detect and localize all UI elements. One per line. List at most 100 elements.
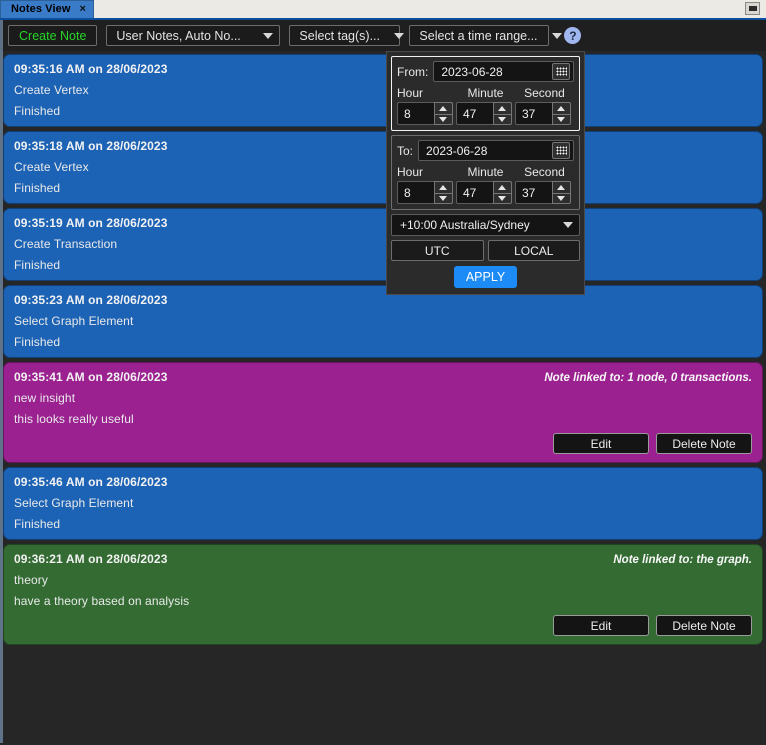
from-hour-increment-button[interactable] <box>433 102 453 114</box>
note-header: 09:36:21 AM on 28/06/2023 Note linked to:… <box>14 552 752 566</box>
chevron-down-icon <box>563 222 573 228</box>
apply-button[interactable]: APPLY <box>453 266 518 288</box>
tag-filter-dropdown[interactable]: Select tag(s)... <box>289 25 404 46</box>
calendar-icon[interactable] <box>552 63 570 80</box>
note-linked-label: Note linked to: the graph. <box>613 554 752 566</box>
from-second-decrement-button[interactable] <box>551 113 571 125</box>
chevron-down-icon <box>394 32 404 39</box>
close-icon[interactable]: × <box>80 4 87 15</box>
chevron-down-icon <box>263 32 274 39</box>
note-title: Select Graph Element <box>14 314 134 328</box>
note-title: Create Transaction <box>14 237 118 251</box>
note-body: Finished <box>14 517 61 531</box>
from-hms-row: 8 47 37 <box>397 102 574 125</box>
time-range-popup: From: 2023-06-28 Hour Minute Second 8 47… <box>386 51 585 295</box>
edit-note-button[interactable]: Edit <box>553 615 649 636</box>
tab-notes-view[interactable]: Notes View × <box>0 0 95 18</box>
calendar-glyph <box>555 67 567 76</box>
time-range-dropdown[interactable]: Select a time range... <box>409 25 562 46</box>
from-hour-decrement-button[interactable] <box>433 113 453 125</box>
restore-icon <box>748 6 757 11</box>
note-title: Select Graph Element <box>14 496 134 510</box>
note-header: 09:35:19 AM on 28/06/2023 <box>14 216 752 230</box>
chevron-down-icon <box>551 32 562 39</box>
from-second-label: Second <box>524 86 565 100</box>
triangle-down-icon <box>557 195 566 201</box>
to-hour-decrement-button[interactable] <box>433 192 453 204</box>
from-second-increment-button[interactable] <box>551 102 571 114</box>
create-note-button[interactable]: Create Note <box>8 25 98 46</box>
from-minute-stepper[interactable]: 47 <box>455 102 515 125</box>
note-body: have a theory based on analysis <box>14 594 190 608</box>
note-card[interactable]: 09:35:18 AM on 28/06/2023 Create Vertex Fi… <box>3 131 763 204</box>
from-date-input[interactable]: 2023-06-28 <box>433 61 574 82</box>
to-date-input[interactable]: 2023-06-28 <box>418 140 574 161</box>
note-body: Finished <box>14 335 61 349</box>
note-type-filter-value: User Notes, Auto No... <box>116 28 241 43</box>
to-second-stepper[interactable]: 37 <box>514 181 574 204</box>
from-minute-spin-buttons <box>492 102 512 125</box>
tab-strip: Notes View × <box>0 0 766 20</box>
note-card[interactable]: 09:35:16 AM on 28/06/2023 Create Vertex Fi… <box>3 54 763 127</box>
to-minute-increment-button[interactable] <box>492 181 512 193</box>
note-title: Create Vertex <box>14 83 89 97</box>
note-card[interactable]: 09:36:21 AM on 28/06/2023 Note linked to:… <box>3 544 763 645</box>
note-title: new insight <box>14 391 76 405</box>
note-timestamp: 09:35:19 AM on 28/06/2023 <box>14 216 168 230</box>
note-timestamp: 09:35:16 AM on 28/06/2023 <box>14 62 168 76</box>
from-minute-increment-button[interactable] <box>492 102 512 114</box>
to-second-increment-button[interactable] <box>551 181 571 193</box>
triangle-down-icon <box>498 195 507 201</box>
to-minute-value[interactable]: 47 <box>455 181 493 204</box>
edit-note-button[interactable]: Edit <box>553 433 649 454</box>
timezone-preset-row: UTC LOCAL <box>391 240 580 261</box>
note-card[interactable]: 09:35:19 AM on 28/06/2023 Create Transact… <box>3 208 763 281</box>
local-button[interactable]: LOCAL <box>487 240 580 261</box>
to-date-row: To: 2023-06-28 <box>397 140 574 161</box>
help-icon[interactable]: ? <box>564 27 582 44</box>
utc-button[interactable]: UTC <box>391 240 484 261</box>
from-second-value[interactable]: 37 <box>514 102 552 125</box>
calendar-icon[interactable] <box>552 142 570 159</box>
from-date-row: From: 2023-06-28 <box>397 61 574 82</box>
from-second-stepper[interactable]: 37 <box>514 102 574 125</box>
from-datetime-group: From: 2023-06-28 Hour Minute Second 8 47… <box>391 56 580 131</box>
delete-note-button[interactable]: Delete Note <box>656 615 752 636</box>
to-second-decrement-button[interactable] <box>551 192 571 204</box>
note-header: 09:35:23 AM on 28/06/2023 <box>14 293 752 307</box>
from-hour-value[interactable]: 8 <box>397 102 434 125</box>
to-minute-decrement-button[interactable] <box>492 192 512 204</box>
to-hour-stepper[interactable]: 8 <box>397 181 456 204</box>
to-second-spin-buttons <box>551 181 571 204</box>
note-card[interactable]: 09:35:46 AM on 28/06/2023 Select Graph El… <box>3 467 763 540</box>
from-minute-value[interactable]: 47 <box>455 102 493 125</box>
note-card[interactable]: 09:35:41 AM on 28/06/2023 Note linked to:… <box>3 362 763 463</box>
timezone-dropdown[interactable]: +10:00 Australia/Sydney <box>391 214 580 236</box>
note-type-filter-dropdown[interactable]: User Notes, Auto No... <box>106 25 281 46</box>
note-timestamp: 09:35:46 AM on 28/06/2023 <box>14 475 168 489</box>
note-title: Create Vertex <box>14 160 89 174</box>
to-minute-stepper[interactable]: 47 <box>455 181 515 204</box>
to-date-value: 2023-06-28 <box>426 143 488 158</box>
note-timestamp: 09:35:18 AM on 28/06/2023 <box>14 139 168 153</box>
timezone-value: +10:00 Australia/Sydney <box>400 218 530 232</box>
note-header: 09:35:41 AM on 28/06/2023 Note linked to:… <box>14 370 752 384</box>
to-hour-spin-buttons <box>433 181 453 204</box>
to-hour-increment-button[interactable] <box>433 181 453 193</box>
to-hour-value[interactable]: 8 <box>397 181 434 204</box>
from-label: From: <box>397 64 429 79</box>
to-hms-row: 8 47 37 <box>397 181 574 204</box>
triangle-up-icon <box>439 184 448 190</box>
to-second-value[interactable]: 37 <box>514 181 552 204</box>
triangle-down-icon <box>439 116 448 122</box>
from-hour-stepper[interactable]: 8 <box>397 102 456 125</box>
triangle-up-icon <box>557 184 566 190</box>
apply-row: APPLY <box>391 266 580 290</box>
from-minute-decrement-button[interactable] <box>492 113 512 125</box>
delete-note-button[interactable]: Delete Note <box>656 433 752 454</box>
from-minute-label: Minute <box>467 86 504 100</box>
note-card[interactable]: 09:35:23 AM on 28/06/2023 Select Graph El… <box>3 285 763 358</box>
note-timestamp: 09:35:23 AM on 28/06/2023 <box>14 293 168 307</box>
note-actions: Edit Delete Note <box>14 433 752 454</box>
restore-window-button[interactable] <box>745 2 760 15</box>
